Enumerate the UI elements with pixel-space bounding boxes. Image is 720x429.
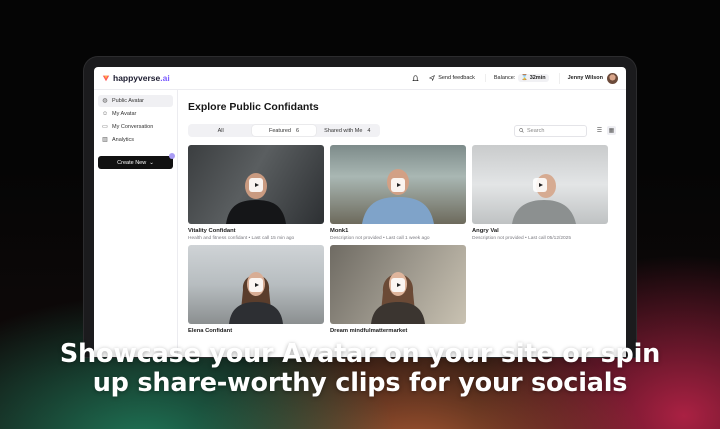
brand-suffix: .ai: [160, 73, 170, 83]
card-title: Monk1: [330, 228, 349, 234]
avatar-card[interactable]: Vitality Confidant Health and fitness co…: [188, 145, 324, 241]
tab-label: Featured: [268, 127, 291, 134]
video-thumbnail[interactable]: [188, 145, 324, 224]
video-thumbnail[interactable]: [330, 245, 466, 324]
person-image: [362, 169, 434, 224]
user-icon: ☺: [102, 111, 109, 117]
notification-dot: [169, 153, 175, 159]
avatar-card[interactable]: Dream mindfulmattermarket: [330, 245, 466, 334]
sidebar-item-my-conversation[interactable]: ▭ My Conversation: [98, 121, 173, 133]
play-icon[interactable]: [533, 177, 547, 192]
marketing-caption: Showcase your Avatar on your site or spi…: [0, 340, 720, 398]
sidebar-item-label: Analytics: [112, 137, 135, 143]
search-placeholder: Search: [527, 127, 545, 134]
list-view-icon[interactable]: ☰: [595, 126, 604, 135]
video-thumbnail[interactable]: [330, 145, 466, 224]
card-title: Vitality Confidant: [188, 228, 236, 234]
sidebar-item-label: My Avatar: [112, 111, 137, 117]
tab-count: 4: [367, 127, 371, 134]
avatar-card[interactable]: Monk1 Description not provided • Last ca…: [330, 145, 466, 241]
view-toggle: ☰ ▦: [595, 126, 616, 135]
tab-count: 6: [295, 127, 300, 134]
person-image: [371, 272, 425, 324]
person-image: [512, 174, 576, 224]
sidebar-item-public-avatar[interactable]: ◍ Public Avatar: [98, 95, 173, 107]
tab-featured[interactable]: Featured 6: [252, 125, 316, 136]
video-thumbnail[interactable]: [472, 145, 608, 224]
balance-value-badge: ⌛ 32min: [518, 74, 549, 82]
hourglass-icon: ⌛: [521, 75, 529, 81]
search-icon: [519, 128, 524, 133]
brand-name: happyverse: [113, 73, 161, 83]
balance-display: Balance: ⌛ 32min: [484, 74, 549, 82]
avatar-grid: Vitality Confidant Health and fitness co…: [188, 145, 616, 334]
avatar-card[interactable]: Elena Confidant: [188, 245, 324, 334]
card-title: Dream mindfulmattermarket: [330, 328, 408, 334]
chart-icon: ▥: [102, 137, 108, 143]
laptop-frame: happyverse .ai Send feedback Balance: ⌛ 3…: [84, 57, 636, 357]
caption-line-1: Showcase your Avatar on your site or spi…: [59, 339, 661, 369]
filter-row: All Featured 6 Shared with Me 4 Search ☰…: [188, 124, 616, 137]
search-input[interactable]: Search: [514, 124, 587, 137]
card-subtitle: Description not provided • Last call 1 w…: [330, 236, 430, 241]
top-bar: happyverse .ai Send feedback Balance: ⌛ 3…: [94, 67, 626, 90]
tab-label: Shared with Me: [324, 127, 363, 134]
card-subtitle: Description not provided • Last call 05/…: [472, 236, 572, 241]
sidebar-item-analytics[interactable]: ▥ Analytics: [98, 134, 173, 146]
create-new-label: Create New: [117, 159, 147, 166]
main-content: Explore Public Confidants All Featured 6…: [178, 90, 626, 357]
bell-icon[interactable]: [412, 74, 419, 82]
avatar-card[interactable]: Angry Val Description not provided • Las…: [472, 145, 608, 241]
card-title: Elena Confidant: [188, 328, 233, 334]
play-icon[interactable]: [249, 177, 263, 192]
card-subtitle: Health and fitness confidant • Last call…: [188, 236, 295, 241]
sidebar: ◍ Public Avatar ☺ My Avatar ▭ My Convers…: [94, 90, 178, 357]
brand-logo[interactable]: happyverse .ai: [102, 73, 202, 83]
send-icon: [429, 75, 436, 81]
user-name: Jenny Wilson: [567, 75, 603, 81]
app-window: happyverse .ai Send feedback Balance: ⌛ 3…: [94, 67, 626, 357]
tab-all[interactable]: All: [189, 125, 252, 136]
create-new-button[interactable]: Create New ⌄: [98, 153, 175, 169]
person-image: [229, 272, 283, 324]
caption-line-2: up share-worthy clips for your socials: [92, 368, 628, 398]
page-title: Explore Public Confidants: [188, 101, 319, 113]
chevron-down-icon: ⌄: [149, 159, 154, 166]
grid-view-icon[interactable]: ▦: [607, 126, 616, 135]
sidebar-item-label: My Conversation: [112, 124, 154, 130]
balance-value: 32min: [529, 75, 546, 81]
balance-label: Balance:: [493, 75, 516, 81]
logo-icon: [102, 75, 110, 82]
send-feedback-button[interactable]: Send feedback: [429, 75, 475, 81]
sidebar-item-label: Public Avatar: [112, 98, 145, 104]
play-icon[interactable]: [249, 277, 263, 292]
filter-tabs: All Featured 6 Shared with Me 4: [188, 124, 380, 137]
user-menu[interactable]: Jenny Wilson: [558, 72, 618, 84]
sidebar-item-my-avatar[interactable]: ☺ My Avatar: [98, 108, 173, 120]
tab-shared-with-me[interactable]: Shared with Me 4: [316, 125, 379, 136]
person-image: [226, 173, 286, 224]
play-icon[interactable]: [391, 177, 405, 192]
card-title: Angry Val: [472, 228, 499, 234]
globe-icon: ◍: [102, 98, 108, 104]
chat-icon: ▭: [102, 124, 108, 130]
avatar: [607, 72, 618, 84]
tab-label: All: [217, 127, 224, 134]
play-icon[interactable]: [391, 277, 405, 292]
video-thumbnail[interactable]: [188, 245, 324, 324]
send-feedback-label: Send feedback: [438, 75, 475, 81]
